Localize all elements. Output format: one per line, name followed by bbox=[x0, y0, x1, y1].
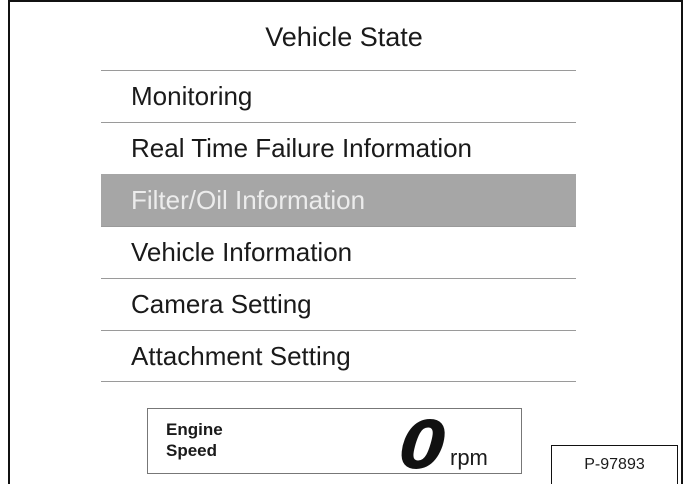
menu-item-label: Filter/Oil Information bbox=[131, 185, 366, 215]
menu-item-label: Monitoring bbox=[131, 81, 253, 111]
vehicle-state-menu: Monitoring Real Time Failure Information… bbox=[101, 70, 576, 382]
menu-item-filter-oil-information[interactable]: Filter/Oil Information bbox=[101, 174, 576, 226]
part-number-label: P-97893 bbox=[551, 445, 678, 484]
menu-item-label: Attachment Setting bbox=[131, 340, 351, 371]
menu-item-label: Real Time Failure Information bbox=[131, 133, 473, 163]
menu-item-camera-setting[interactable]: Camera Setting bbox=[101, 278, 576, 330]
engine-speed-value: 0 bbox=[395, 407, 450, 484]
engine-speed-label: Engine Speed bbox=[166, 419, 223, 461]
menu-item-monitoring[interactable]: Monitoring bbox=[101, 70, 576, 122]
engine-speed-unit: rpm bbox=[450, 445, 488, 470]
menu-item-vehicle-information[interactable]: Vehicle Information bbox=[101, 226, 576, 278]
menu-item-label: Vehicle Information bbox=[131, 237, 353, 267]
menu-item-attachment-setting[interactable]: Attachment Setting bbox=[101, 330, 576, 382]
engine-speed-display: Engine Speed 0 rpm bbox=[147, 407, 522, 484]
menu-item-real-time-failure-information[interactable]: Real Time Failure Information bbox=[101, 122, 576, 174]
engine-label-line2: Speed bbox=[166, 441, 218, 460]
menu-item-label: Camera Setting bbox=[131, 289, 312, 319]
engine-label-line1: Engine bbox=[166, 420, 223, 439]
page-title: Vehicle State bbox=[265, 22, 423, 52]
